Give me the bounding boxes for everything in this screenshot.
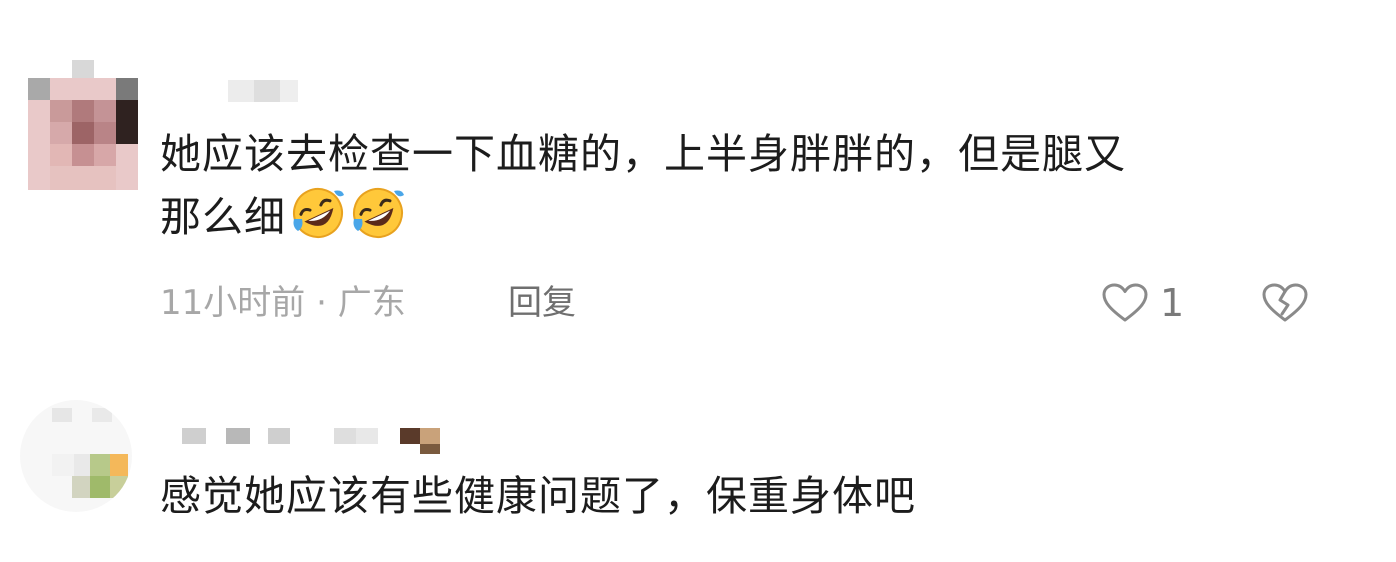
rolling-on-floor-laughing-icon [350, 185, 406, 241]
avatar[interactable] [20, 400, 132, 512]
avatar[interactable] [28, 60, 138, 190]
comment-text-line: 感觉她应该有些健康问题了，保重身体吧 [160, 472, 916, 520]
dislike-button[interactable] [1262, 283, 1308, 323]
username[interactable] [228, 80, 298, 104]
comment-text: 感觉她应该有些健康问题了，保重身体吧 [160, 465, 916, 527]
broken-heart-icon [1262, 283, 1308, 327]
comment-time: 11小时前 [160, 283, 306, 323]
reply-button[interactable]: 回复 [508, 281, 576, 325]
rolling-on-floor-laughing-icon [290, 185, 346, 241]
comment-text-line: 她应该去检查一下血糖的，上半身胖胖的，但是腿又 [160, 130, 1126, 178]
comment-item: 感觉她应该有些健康问题了，保重身体吧 [0, 360, 1396, 562]
comment-text-line: 那么细 [160, 193, 286, 241]
comment-item: 她应该去检查一下血糖的，上半身胖胖的，但是腿又 那么细 11小时前 · 广东 回… [0, 0, 1396, 360]
like-count: 1 [1160, 281, 1185, 325]
heart-icon [1102, 283, 1148, 327]
comment-location: 广东 [337, 283, 406, 323]
like-button[interactable]: 1 [1102, 281, 1202, 325]
comment-meta: 11小时前 · 广东 [160, 281, 406, 325]
username[interactable] [182, 428, 444, 454]
comment-text: 她应该去检查一下血糖的，上半身胖胖的，但是腿又 那么细 [160, 123, 1126, 248]
meta-separator: · [316, 283, 327, 323]
